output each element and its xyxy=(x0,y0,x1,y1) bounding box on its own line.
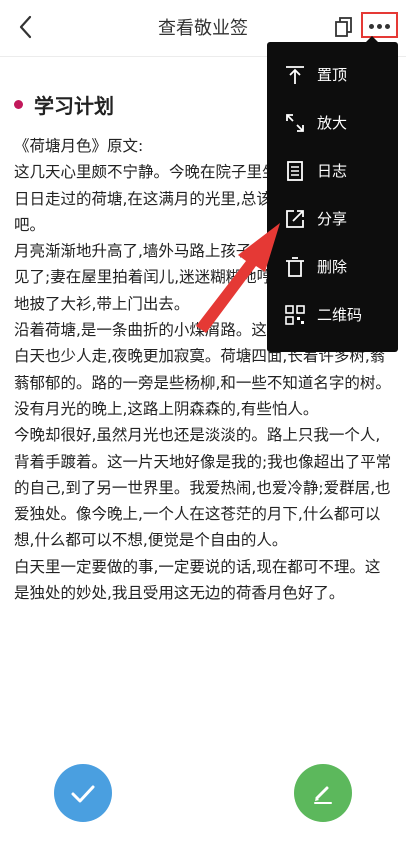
note-paragraph: 今晚却很好,虽然月光也还是淡淡的。路上只我一个人,背着手踱着。这一片天地好像是我… xyxy=(14,426,392,550)
menu-item-delete[interactable]: 删除 xyxy=(267,246,398,290)
menu-item-label: 放大 xyxy=(317,114,348,132)
menu-item-zoom[interactable]: 放大 xyxy=(267,102,398,146)
category-dot-icon xyxy=(14,100,23,109)
more-options-button[interactable] xyxy=(361,12,398,38)
pin-top-icon xyxy=(286,66,304,84)
note-paragraph: 白天里一定要做的事,一定要说的话,现在都可不理。这是独处的妙处,我且受用这无边的… xyxy=(14,557,381,603)
copy-button[interactable] xyxy=(334,16,354,38)
more-dot-icon xyxy=(377,24,382,29)
more-dot-icon xyxy=(385,24,390,29)
menu-item-share[interactable]: 分享 xyxy=(267,198,398,242)
menu-item-label: 分享 xyxy=(317,210,348,228)
note-title: 学习计划 xyxy=(34,94,114,118)
more-dot-icon xyxy=(369,24,374,29)
menu-item-label: 置顶 xyxy=(317,66,348,84)
more-options-menu: 置顶 放大 日志 分享 删除 二维码 xyxy=(267,42,398,352)
menu-item-pin[interactable]: 置顶 xyxy=(267,54,398,98)
menu-item-label: 二维码 xyxy=(317,306,363,324)
edit-button[interactable] xyxy=(294,764,352,822)
log-icon xyxy=(287,161,303,181)
copy-icon xyxy=(335,17,352,37)
complete-button[interactable] xyxy=(54,764,112,822)
check-icon xyxy=(71,785,95,803)
qr-code-icon xyxy=(285,305,305,325)
note-title-row: 学习计划 xyxy=(14,90,114,119)
pencil-icon xyxy=(314,786,332,804)
trash-icon xyxy=(286,257,304,277)
expand-icon xyxy=(286,114,304,132)
menu-item-label: 日志 xyxy=(317,162,348,180)
menu-item-log[interactable]: 日志 xyxy=(267,150,398,194)
share-icon xyxy=(286,210,304,228)
menu-item-label: 删除 xyxy=(317,258,348,276)
menu-item-qrcode[interactable]: 二维码 xyxy=(267,294,398,338)
